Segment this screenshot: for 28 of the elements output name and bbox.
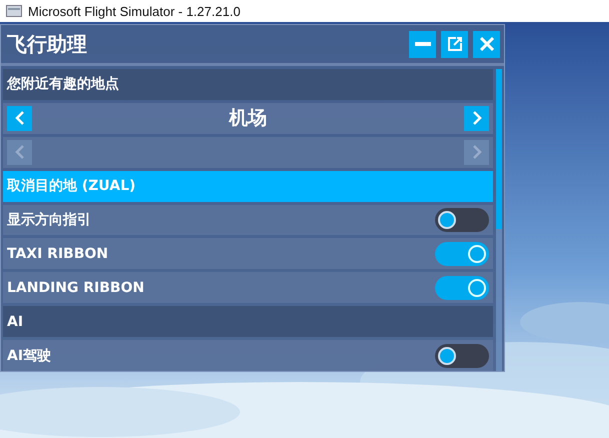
- chevron-right-icon: [472, 111, 482, 126]
- chevron-left-icon: [14, 145, 24, 160]
- toggle-label: AI驾驶: [7, 346, 52, 365]
- list-item[interactable]: 取消目的地 (ZUAL): [3, 170, 493, 202]
- minimize-button[interactable]: [409, 30, 436, 58]
- toggle-switch[interactable]: [435, 344, 489, 368]
- scrollbar[interactable]: [496, 69, 502, 371]
- toggle-switch[interactable]: [435, 208, 489, 232]
- close-button[interactable]: [473, 30, 500, 58]
- minimize-icon: [414, 42, 430, 46]
- toggle-label: TAXI RIBBON: [7, 246, 110, 262]
- toggle-label: LANDING RIBBON: [7, 280, 146, 296]
- section-header: 您附近有趣的地点: [3, 69, 493, 100]
- close-icon: [480, 37, 494, 51]
- app-icon: [6, 5, 22, 17]
- chevron-right-icon: [472, 145, 482, 160]
- toggle-switch[interactable]: [435, 242, 489, 266]
- window-title: Microsoft Flight Simulator - 1.27.21.0: [28, 4, 240, 18]
- popout-button[interactable]: [441, 30, 468, 58]
- chevron-left-icon: [14, 111, 24, 126]
- toggle-label: 显示方向指引: [7, 211, 92, 229]
- toggle-switch[interactable]: [435, 276, 489, 300]
- popout-icon: [446, 36, 462, 52]
- previous-button[interactable]: [7, 106, 32, 131]
- panel-title: 飞行助理: [7, 30, 88, 58]
- section-header: AI: [3, 306, 493, 338]
- selector-value: 机场: [228, 106, 268, 132]
- next-button[interactable]: [464, 106, 489, 131]
